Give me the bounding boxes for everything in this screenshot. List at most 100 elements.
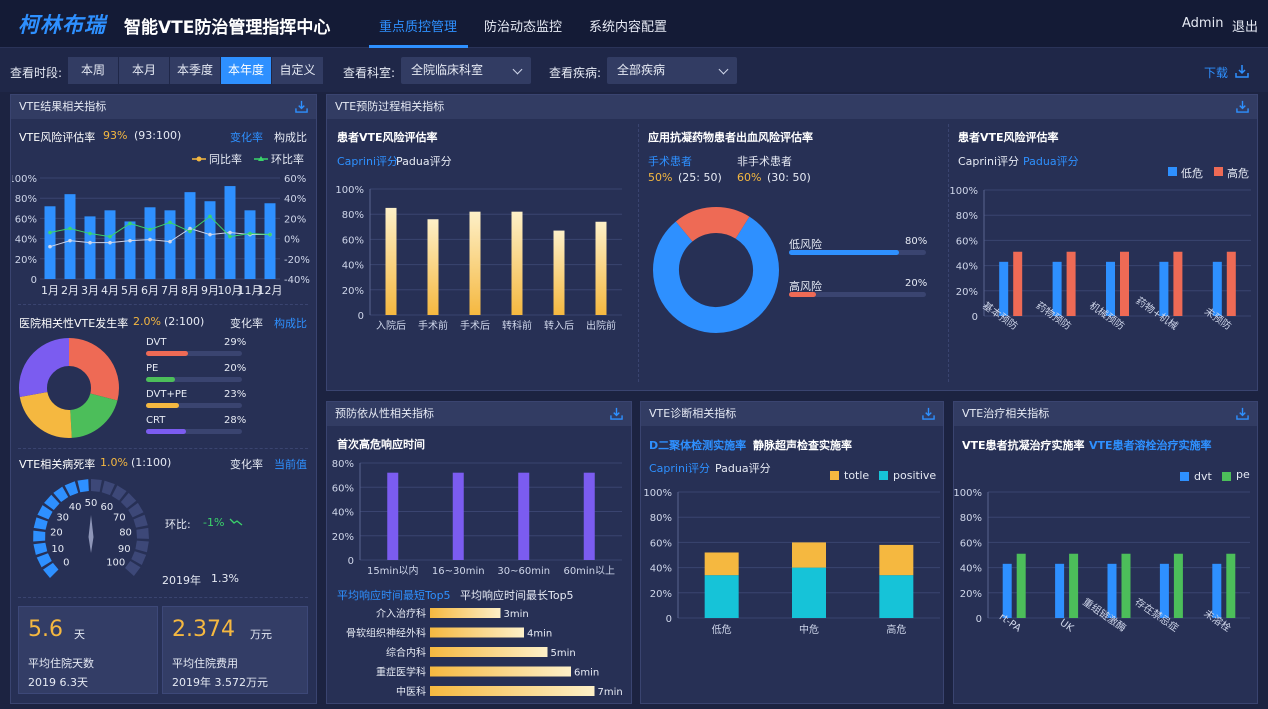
tab-longest-top5[interactable]: 平均响应时间最长Top5 xyxy=(460,587,574,603)
nav-tab-monitor[interactable]: 防治动态监控 xyxy=(484,16,562,35)
divider xyxy=(18,597,308,598)
tab-thrombolysis[interactable]: VTE患者溶栓治疗实施率 xyxy=(1089,437,1212,453)
download-icon[interactable] xyxy=(295,100,308,113)
tab-padua[interactable]: Padua评分 xyxy=(396,153,452,169)
disease-select[interactable]: 全部疾病 xyxy=(607,57,737,84)
legend-totle: totle xyxy=(844,469,870,482)
gauge-segment xyxy=(33,542,48,555)
gauge-tick-label: 20 xyxy=(50,528,63,539)
tab-change-rate[interactable]: 变化率 xyxy=(230,129,263,145)
tab-change-rate[interactable]: 变化率 xyxy=(230,315,263,331)
risk-rate-label: VTE风险评估率 xyxy=(19,131,96,144)
top5-dept-label: 重症医学科 xyxy=(376,666,426,679)
mom-point xyxy=(68,226,72,231)
yoy-point xyxy=(148,237,152,242)
bar xyxy=(1159,563,1169,618)
risk-rate-value: 93% xyxy=(103,129,128,142)
yoy-point xyxy=(168,239,172,244)
gauge-segment xyxy=(136,527,149,539)
tab-current-value[interactable]: 当前值 xyxy=(274,456,307,472)
avg-stay-unit: 天 xyxy=(74,628,85,641)
tab-padua[interactable]: Padua评分 xyxy=(1023,153,1079,169)
death-rate-label: VTE相关病死率 xyxy=(19,458,96,471)
x-tick-label: 6月 xyxy=(141,284,159,297)
death-year-value: 1.3% xyxy=(211,572,239,585)
tab-shortest-top5[interactable]: 平均响应时间最短Top5 xyxy=(337,587,451,603)
tab-composition[interactable]: 构成比 xyxy=(274,129,307,145)
divider xyxy=(18,448,308,449)
bar xyxy=(1226,251,1236,316)
mom-point xyxy=(208,214,212,219)
legend-low: 低危 xyxy=(1181,167,1203,180)
tab-caprini[interactable]: Caprini评分 xyxy=(649,460,710,476)
gauge-segment xyxy=(33,517,48,530)
mom-point xyxy=(228,234,232,239)
download-icon[interactable] xyxy=(1236,100,1249,113)
gauge-tick-label: 90 xyxy=(118,544,131,555)
mom-point xyxy=(188,229,192,234)
download-icon[interactable] xyxy=(1235,64,1249,78)
avg-stay-value: 5.6 xyxy=(28,617,63,642)
download-icon[interactable] xyxy=(610,407,623,420)
y-tick-label: 0 xyxy=(348,556,354,567)
time-option-month[interactable]: 本月 xyxy=(119,57,170,84)
tab-ultrasound[interactable]: 静脉超声检查实施率 xyxy=(753,437,852,453)
download-icon[interactable] xyxy=(1236,407,1249,420)
x-tick-label: 中危 xyxy=(799,623,819,636)
panel-title: VTE治疗相关指标 xyxy=(962,407,1050,420)
mom-point xyxy=(48,230,52,235)
x-tick-label: 出院前 xyxy=(586,319,616,332)
top5-value-label: 7min xyxy=(598,687,623,698)
nav-tab-config[interactable]: 系统内容配置 xyxy=(589,16,667,35)
composition-item-bar xyxy=(146,403,242,408)
y-tick-label: 40% xyxy=(342,261,364,272)
user-name[interactable]: Admin xyxy=(1182,16,1223,31)
y-tick-label: 60% xyxy=(342,235,364,246)
assess-rate-title: 患者VTE风险评估率 xyxy=(337,131,438,144)
download-icon[interactable] xyxy=(922,407,935,420)
tab-anticoag[interactable]: VTE患者抗凝治疗实施率 xyxy=(962,437,1085,453)
legend-yoy: 同比率 xyxy=(209,152,242,166)
tab-composition[interactable]: 构成比 xyxy=(274,315,307,331)
hosp-composition-donut xyxy=(19,338,119,438)
yoy-point xyxy=(228,230,232,235)
mom-point xyxy=(88,231,92,236)
composition-item-pct: 29% xyxy=(224,337,247,348)
legend-mom: 环比率 xyxy=(271,152,304,166)
x-tick-label: 16~30min xyxy=(432,566,485,577)
tab-nonsurgical[interactable]: 非手术患者 xyxy=(737,153,792,169)
tab-surgical[interactable]: 手术患者 xyxy=(648,153,692,169)
divider xyxy=(948,124,949,382)
x-tick-label: UK xyxy=(1058,617,1076,634)
time-option-quarter[interactable]: 本季度 xyxy=(170,57,221,84)
logout-link[interactable]: 退出 xyxy=(1232,16,1258,35)
tab-change-rate[interactable]: 变化率 xyxy=(230,456,263,472)
yoy-point xyxy=(68,238,72,243)
gauge-tick-label: 70 xyxy=(113,512,126,523)
huanbi-label: 环比: xyxy=(165,518,191,531)
gauge-tick-label: 60 xyxy=(101,502,114,513)
tab-d-dimer[interactable]: D二聚体检测实施率 xyxy=(649,437,746,453)
download-link[interactable]: 下载 xyxy=(1204,64,1228,81)
time-option-week[interactable]: 本周 xyxy=(68,57,119,84)
tab-caprini[interactable]: Caprini评分 xyxy=(337,153,398,169)
yoy-point xyxy=(48,244,52,249)
dept-filter-label: 查看科室: xyxy=(343,66,396,80)
time-option-custom[interactable]: 自定义 xyxy=(272,57,323,84)
avg-cost-value: 2.374 xyxy=(172,617,235,642)
dept-select[interactable]: 全院临床科室 xyxy=(401,57,531,84)
high-risk-pct: 20% xyxy=(905,278,928,289)
bar xyxy=(427,219,439,315)
composition-item-bar xyxy=(146,377,242,382)
gauge-needle xyxy=(88,515,94,553)
nav-tab-quality[interactable]: 重点质控管理 xyxy=(379,16,457,35)
time-option-year[interactable]: 本年度 xyxy=(221,57,272,84)
y-tick-label: 80% xyxy=(342,210,364,221)
top5-bar xyxy=(430,608,501,618)
top5-bar xyxy=(430,647,548,657)
legend-swatch-dvt xyxy=(1180,472,1189,481)
surgical-rate: 50% xyxy=(648,171,673,184)
y2-tick-label: 0% xyxy=(284,235,300,246)
tab-caprini[interactable]: Caprini评分 xyxy=(958,153,1019,169)
tab-padua[interactable]: Padua评分 xyxy=(715,460,771,476)
